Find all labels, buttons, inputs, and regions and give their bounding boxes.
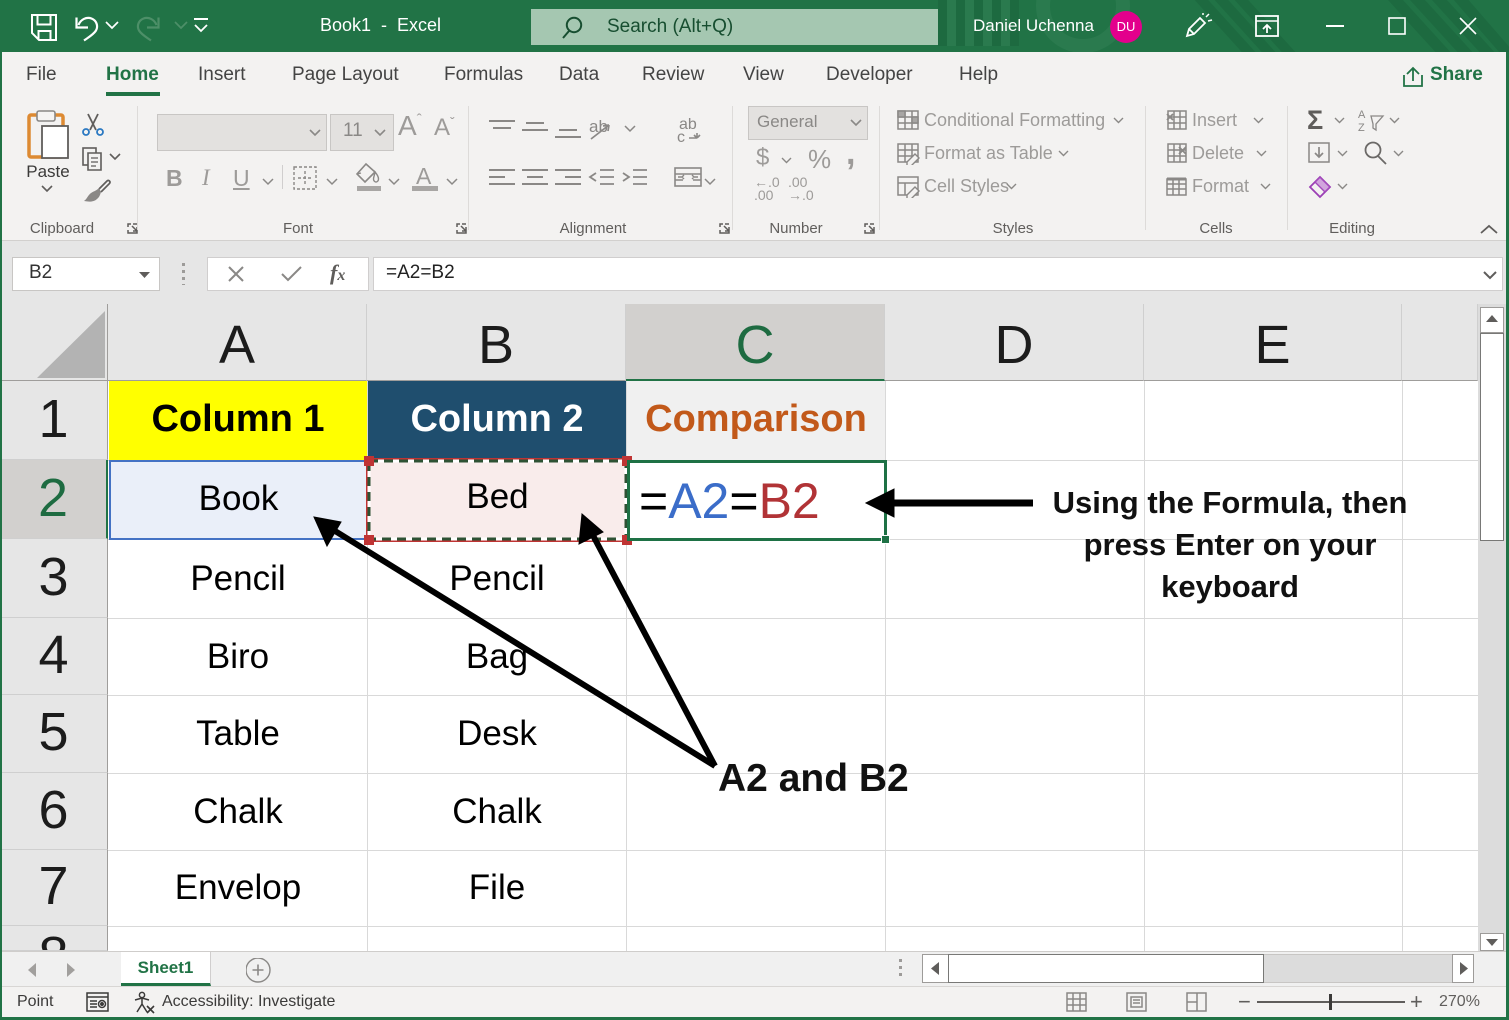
svg-text:c: c [677, 129, 685, 144]
svg-text:A2 and B2: A2 and B2 [718, 757, 909, 800]
svg-text:A: A [1358, 109, 1366, 121]
svg-text:Using the Formula, then: Using the Formula, then [1053, 485, 1408, 520]
svg-text:Z: Z [1358, 122, 1365, 134]
svg-text:press Enter on your: press Enter on your [1084, 527, 1377, 562]
svg-text:keyboard: keyboard [1161, 569, 1299, 604]
